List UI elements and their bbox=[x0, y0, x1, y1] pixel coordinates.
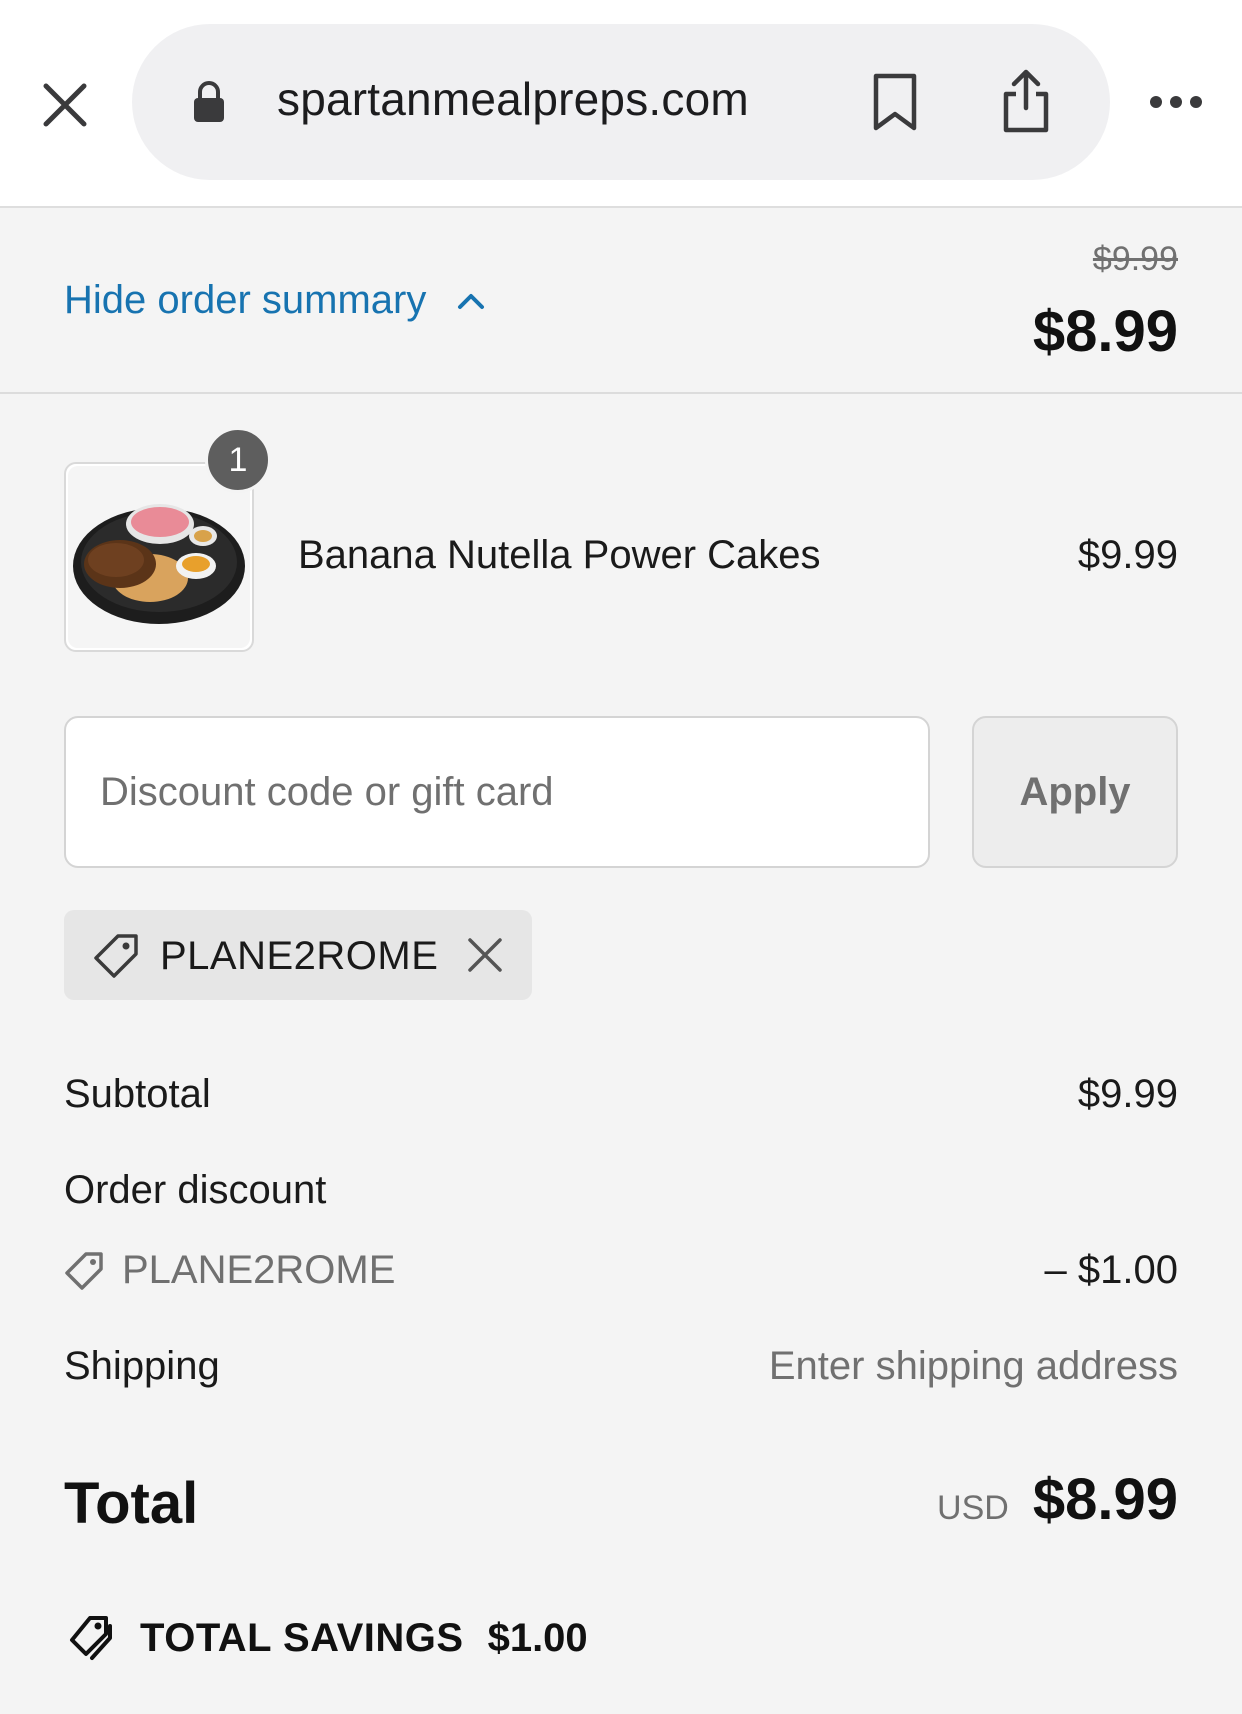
order-discount-code: PLANE2ROME bbox=[64, 1248, 395, 1293]
tag-icon bbox=[94, 934, 138, 978]
currency-code: USD bbox=[937, 1489, 1009, 1527]
order-summary-header: Hide order summary $9.99 $8.99 bbox=[0, 210, 1242, 394]
total-amount-group: USD $8.99 bbox=[937, 1466, 1178, 1533]
savings-tag-icon bbox=[70, 1616, 112, 1660]
browser-toolbar: spartanmealpreps.com bbox=[0, 0, 1242, 208]
lock-icon bbox=[194, 81, 224, 122]
product-image bbox=[68, 466, 250, 648]
close-tab-button[interactable] bbox=[38, 78, 92, 132]
share-icon[interactable] bbox=[998, 68, 1054, 134]
close-icon bbox=[43, 83, 87, 127]
quantity-badge: 1 bbox=[205, 427, 271, 493]
order-discount-value: – $1.00 bbox=[1044, 1248, 1178, 1292]
hide-order-summary-toggle[interactable]: Hide order summary bbox=[64, 278, 486, 323]
total-amount: $8.99 bbox=[1032, 1467, 1178, 1532]
order-discount-code-text: PLANE2ROME bbox=[122, 1248, 396, 1292]
address-bar[interactable]: spartanmealpreps.com bbox=[132, 24, 1110, 180]
more-options-icon[interactable] bbox=[1148, 92, 1204, 112]
shipping-label: Shipping bbox=[64, 1344, 220, 1388]
total-label: Total bbox=[64, 1471, 199, 1536]
apply-discount-button[interactable]: Apply bbox=[972, 716, 1178, 868]
shipping-value: Enter shipping address bbox=[768, 1344, 1178, 1388]
url-text: spartanmealpreps.com bbox=[277, 73, 749, 125]
order-discount-label: Order discount bbox=[64, 1168, 327, 1212]
remove-discount-icon[interactable] bbox=[464, 934, 506, 976]
subtotal-label: Subtotal bbox=[64, 1072, 211, 1116]
product-price: $9.99 bbox=[1077, 533, 1178, 577]
toggle-label: Hide order summary bbox=[64, 278, 427, 322]
applied-code-text: PLANE2ROME bbox=[160, 934, 439, 978]
savings-label: TOTAL SAVINGS bbox=[140, 1615, 464, 1660]
original-price: $9.99 bbox=[1092, 240, 1178, 278]
summary-price: $8.99 bbox=[1032, 299, 1178, 364]
chevron-up-icon bbox=[458, 293, 485, 309]
subtotal-value: $9.99 bbox=[1077, 1072, 1178, 1116]
savings-amount: $1.00 bbox=[487, 1615, 588, 1660]
discount-code-input[interactable] bbox=[64, 716, 930, 868]
bookmark-icon[interactable] bbox=[870, 72, 920, 132]
total-savings: TOTAL SAVINGS $1.00 bbox=[64, 1612, 588, 1664]
tag-icon bbox=[65, 1251, 103, 1290]
product-name: Banana Nutella Power Cakes bbox=[298, 533, 821, 577]
applied-discount-chip: PLANE2ROME bbox=[64, 910, 532, 1000]
